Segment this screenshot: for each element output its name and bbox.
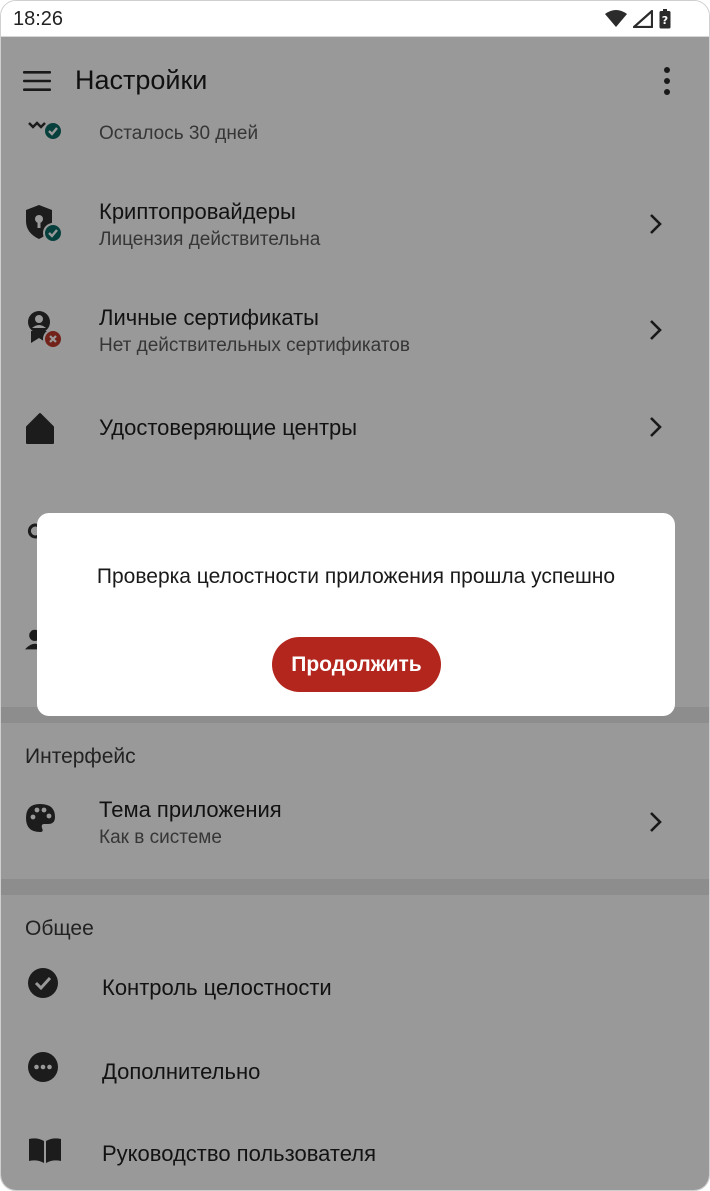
device-frame: 18:26 ? Настройки Осталось 30 дней Крипт… xyxy=(0,0,710,1191)
svg-text:?: ? xyxy=(662,14,668,27)
status-icons: ? xyxy=(605,8,671,30)
integrity-check-dialog: Проверка целостности приложения прошла у… xyxy=(37,513,675,716)
battery-unknown-icon: ? xyxy=(659,9,671,29)
wifi-icon xyxy=(605,10,627,27)
continue-button[interactable]: Продолжить xyxy=(272,637,441,692)
status-bar: 18:26 ? xyxy=(1,1,709,37)
cellular-signal-icon xyxy=(633,10,653,28)
status-time: 18:26 xyxy=(13,8,64,30)
dialog-message: Проверка целостности приложения прошла у… xyxy=(96,565,616,588)
